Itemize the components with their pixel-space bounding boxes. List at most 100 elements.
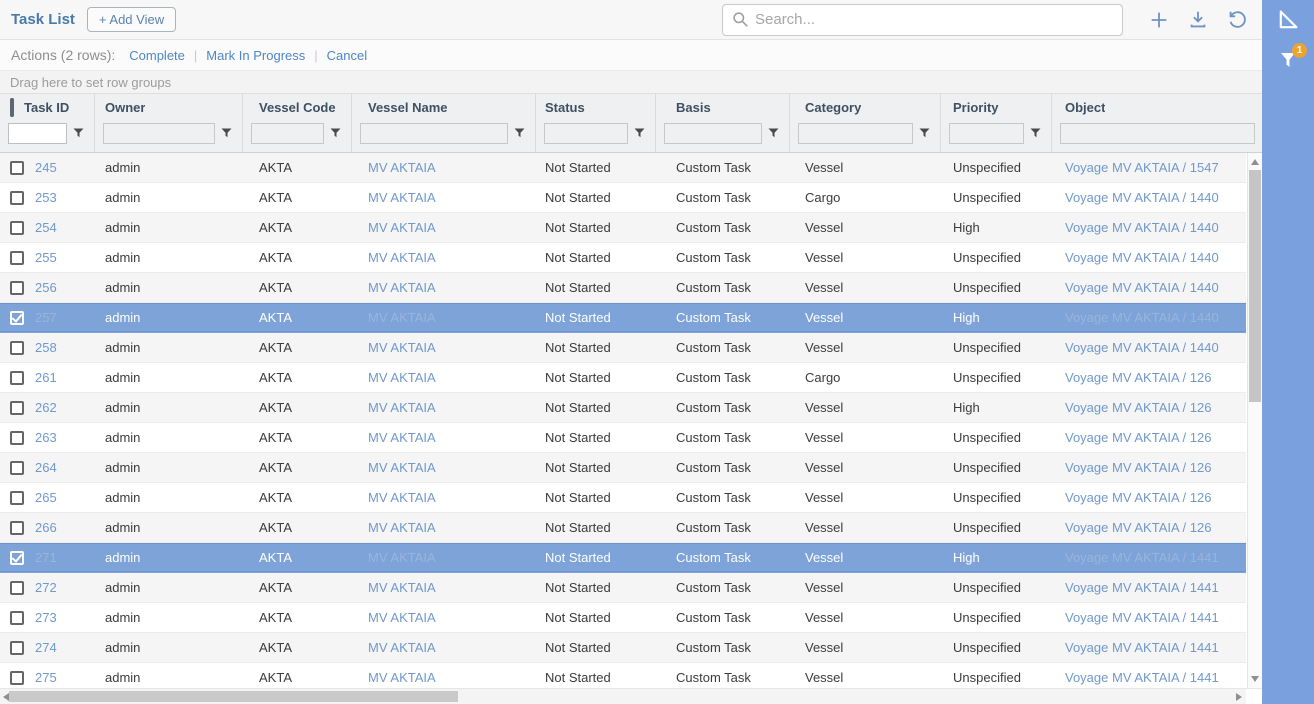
vessel-name-link[interactable]: MV AKTAIA [368,610,436,625]
vessel-name-link[interactable]: MV AKTAIA [368,400,436,415]
row-checkbox[interactable] [10,491,24,505]
row-groups-dropzone[interactable]: Drag here to set row groups [0,71,1262,94]
object-link[interactable]: Voyage MV AKTAIA / 1440 [1065,280,1219,295]
vessel-name-link[interactable]: MV AKTAIA [368,220,436,235]
row-checkbox[interactable] [10,251,24,265]
vessel-name-link[interactable]: MV AKTAIA [368,640,436,655]
table-row[interactable]: 266 admin AKTA MV AKTAIA Not Started Cus… [0,513,1246,543]
vessel-name-link[interactable]: MV AKTAIA [368,580,436,595]
task-id-link[interactable]: 255 [35,250,57,265]
scroll-right-icon[interactable] [1236,693,1242,701]
object-link[interactable]: Voyage MV AKTAIA / 126 [1065,430,1211,445]
vessel-name-link[interactable]: MV AKTAIA [368,460,436,475]
task-id-link[interactable]: 265 [35,490,57,505]
column-filter-input[interactable] [949,123,1024,144]
row-checkbox[interactable] [10,671,24,685]
column-filter-input[interactable] [251,123,324,144]
column-filter-input[interactable] [8,123,67,144]
select-tool-button[interactable] [1262,0,1314,40]
row-checkbox[interactable] [10,371,24,385]
table-row[interactable]: 265 admin AKTA MV AKTAIA Not Started Cus… [0,483,1246,513]
column-filter-button[interactable] [217,125,235,141]
table-row[interactable]: 264 admin AKTA MV AKTAIA Not Started Cus… [0,453,1246,483]
column-filter-button[interactable] [915,125,933,141]
vessel-name-link[interactable]: MV AKTAIA [368,550,436,565]
task-id-link[interactable]: 245 [35,160,57,175]
object-link[interactable]: Voyage MV AKTAIA / 1441 [1065,670,1219,685]
scroll-up-icon[interactable] [1251,159,1259,165]
column-filter-button[interactable] [69,125,87,141]
table-row[interactable]: 253 admin AKTA MV AKTAIA Not Started Cus… [0,183,1246,213]
column-header[interactable]: Vessel Code [243,94,352,152]
table-row[interactable]: 257 admin AKTA MV AKTAIA Not Started Cus… [0,303,1246,333]
table-row[interactable]: 262 admin AKTA MV AKTAIA Not Started Cus… [0,393,1246,423]
object-link[interactable]: Voyage MV AKTAIA / 1440 [1065,310,1219,325]
object-link[interactable]: Voyage MV AKTAIA / 1441 [1065,550,1219,565]
task-id-link[interactable]: 263 [35,430,57,445]
task-id-link[interactable]: 272 [35,580,57,595]
row-checkbox[interactable] [10,191,24,205]
column-filter-input[interactable] [664,123,762,144]
column-header[interactable]: Basis [656,94,790,152]
object-link[interactable]: Voyage MV AKTAIA / 1440 [1065,250,1219,265]
vessel-name-link[interactable]: MV AKTAIA [368,280,436,295]
object-link[interactable]: Voyage MV AKTAIA / 1441 [1065,610,1219,625]
row-checkbox[interactable] [10,461,24,475]
object-link[interactable]: Voyage MV AKTAIA / 1440 [1065,190,1219,205]
vertical-scrollbar-thumb[interactable] [1249,170,1261,402]
row-checkbox[interactable] [10,611,24,625]
row-checkbox[interactable] [10,581,24,595]
table-row[interactable]: 274 admin AKTA MV AKTAIA Not Started Cus… [0,633,1246,663]
column-header[interactable]: Object [1052,94,1262,152]
table-row[interactable]: 254 admin AKTA MV AKTAIA Not Started Cus… [0,213,1246,243]
column-filter-button[interactable] [764,125,782,141]
vessel-name-link[interactable]: MV AKTAIA [368,490,436,505]
row-checkbox[interactable] [10,281,24,295]
task-id-link[interactable]: 266 [35,520,57,535]
vessel-name-link[interactable]: MV AKTAIA [368,190,436,205]
add-button[interactable] [1142,3,1176,37]
task-id-link[interactable]: 258 [35,340,57,355]
search-box[interactable] [722,4,1123,36]
column-header[interactable]: Task ID [0,94,95,152]
action-link[interactable]: Cancel [327,48,367,63]
vessel-name-link[interactable]: MV AKTAIA [368,340,436,355]
column-filter-input[interactable] [1060,123,1255,144]
vessel-name-link[interactable]: MV AKTAIA [368,310,436,325]
vessel-name-link[interactable]: MV AKTAIA [368,520,436,535]
task-id-link[interactable]: 253 [35,190,57,205]
object-link[interactable]: Voyage MV AKTAIA / 126 [1065,370,1211,385]
table-row[interactable]: 261 admin AKTA MV AKTAIA Not Started Cus… [0,363,1246,393]
column-filter-button[interactable] [1026,125,1044,141]
table-row[interactable]: 258 admin AKTA MV AKTAIA Not Started Cus… [0,333,1246,363]
table-row[interactable]: 255 admin AKTA MV AKTAIA Not Started Cus… [0,243,1246,273]
column-filter-button[interactable] [326,125,344,141]
row-checkbox[interactable] [10,161,24,175]
column-filter-input[interactable] [360,123,508,144]
vessel-name-link[interactable]: MV AKTAIA [368,160,436,175]
object-link[interactable]: Voyage MV AKTAIA / 1441 [1065,640,1219,655]
task-id-link[interactable]: 273 [35,610,57,625]
row-checkbox[interactable] [10,401,24,415]
task-id-link[interactable]: 261 [35,370,57,385]
table-row[interactable]: 272 admin AKTA MV AKTAIA Not Started Cus… [0,573,1246,603]
row-checkbox[interactable] [10,221,24,235]
object-link[interactable]: Voyage MV AKTAIA / 1547 [1065,160,1219,175]
task-id-link[interactable]: 254 [35,220,57,235]
table-row[interactable]: 271 admin AKTA MV AKTAIA Not Started Cus… [0,543,1246,573]
task-id-link[interactable]: 274 [35,640,57,655]
vertical-scrollbar[interactable] [1247,153,1262,688]
vessel-name-link[interactable]: MV AKTAIA [368,430,436,445]
task-id-link[interactable]: 275 [35,670,57,685]
object-link[interactable]: Voyage MV AKTAIA / 1441 [1065,580,1219,595]
object-link[interactable]: Voyage MV AKTAIA / 126 [1065,520,1211,535]
column-filter-button[interactable] [510,125,528,141]
object-link[interactable]: Voyage MV AKTAIA / 126 [1065,490,1211,505]
search-input[interactable] [755,11,1113,28]
action-link[interactable]: Complete [129,48,185,63]
add-view-button[interactable]: + Add View [87,7,176,32]
action-link[interactable]: Mark In Progress [206,48,305,63]
horizontal-scrollbar[interactable] [0,688,1262,704]
table-row[interactable]: 245 admin AKTA MV AKTAIA Not Started Cus… [0,153,1246,183]
task-id-link[interactable]: 271 [35,550,57,565]
